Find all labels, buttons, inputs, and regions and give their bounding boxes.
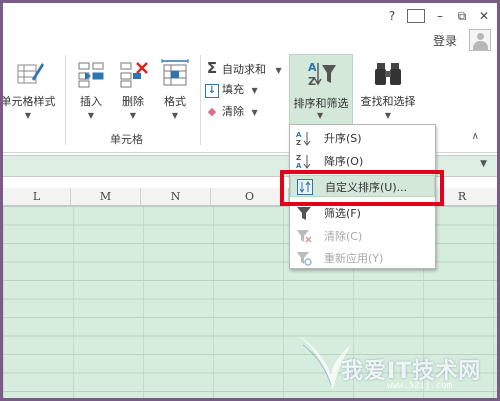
watermark: 我爱IT技术网 www.52ij.com: [293, 325, 493, 395]
column-header-m[interactable]: M: [71, 188, 141, 206]
delete-button[interactable]: 删除 ▼: [113, 59, 153, 120]
clear-filter-icon: [296, 228, 312, 244]
cells-group-label: 单元格: [110, 133, 143, 146]
menu-item-label: 筛选(F): [324, 207, 361, 220]
highlight-annotation: [280, 170, 444, 206]
fill-label: 填充: [222, 83, 244, 96]
sigma-icon: Σ: [206, 59, 218, 77]
chevron-down-icon: ▼: [129, 111, 137, 120]
insert-cells-icon: [75, 59, 107, 89]
chevron-down-icon: ▼: [251, 108, 258, 117]
menu-item-label: 重新应用(Y): [324, 252, 384, 265]
format-button[interactable]: 格式 ▼: [155, 59, 195, 120]
menu-item-sort-descending[interactable]: ZA 降序(O): [290, 150, 435, 172]
collapse-ribbon-icon[interactable]: ∧: [472, 131, 479, 142]
ribbon-display-icon[interactable]: [407, 9, 425, 23]
format-cells-icon: [159, 59, 191, 89]
eraser-icon: ◆: [207, 105, 217, 118]
chevron-down-icon[interactable]: ▼: [480, 159, 487, 169]
column-header-n[interactable]: N: [141, 188, 211, 206]
close-icon[interactable]: ✕: [475, 7, 493, 25]
insert-label: 插入: [80, 95, 102, 108]
cell-style-button[interactable]: 单元格样式 ▼: [3, 59, 57, 120]
chevron-down-icon: ▼: [171, 111, 179, 120]
insert-button[interactable]: 插入 ▼: [71, 59, 111, 120]
delete-label: 删除: [122, 95, 144, 108]
watermark-url: www.52ij.com: [387, 381, 453, 391]
column-header-o[interactable]: O: [211, 188, 289, 206]
menu-item-label: 升序(S): [324, 132, 362, 145]
binoculars-icon: [372, 59, 404, 89]
sort-filter-label: 排序和筛选: [293, 97, 349, 110]
help-icon[interactable]: ?: [383, 7, 401, 25]
title-bar: ? – ⧉ ✕: [3, 3, 497, 29]
delete-cells-icon: [117, 59, 149, 89]
chevron-down-icon: ▼: [87, 111, 95, 120]
group-divider: [65, 55, 66, 145]
cell-style-label: 单元格样式: [3, 95, 56, 108]
menu-item-label: 降序(O): [324, 155, 364, 168]
svg-text:Z: Z: [296, 154, 301, 162]
menu-item-label: 清除(C): [324, 230, 363, 243]
find-select-label: 查找和选择: [360, 95, 416, 108]
account-row: 登录: [3, 29, 497, 53]
cell-style-icon: [12, 59, 44, 89]
format-label: 格式: [164, 95, 186, 108]
sort-ascending-icon: AZ: [296, 130, 312, 147]
svg-text:Z: Z: [296, 139, 301, 146]
menu-item-reapply[interactable]: 重新应用(Y): [290, 247, 435, 269]
svg-text:A: A: [296, 162, 302, 169]
maximize-icon[interactable]: ⧉: [453, 7, 471, 25]
sort-filter-button[interactable]: A Z 排序和筛选 ▼: [289, 54, 353, 126]
fill-down-icon: ↓: [205, 84, 219, 98]
find-select-button[interactable]: 查找和选择 ▼: [355, 59, 421, 120]
clear-button[interactable]: ◆ 清除 ▼: [205, 103, 258, 121]
group-divider: [200, 55, 201, 145]
reapply-icon: [296, 250, 312, 266]
fill-button[interactable]: ↓ 填充 ▼: [205, 81, 258, 99]
avatar-body-icon: [473, 41, 488, 50]
chevron-down-icon: ▼: [24, 111, 32, 120]
filter-icon: [296, 205, 312, 221]
svg-text:Z: Z: [308, 75, 316, 88]
chevron-down-icon: ▼: [384, 111, 392, 120]
chevron-down-icon: ▼: [317, 111, 324, 120]
clear-label: 清除: [222, 105, 244, 118]
svg-text:A: A: [308, 61, 317, 74]
chevron-down-icon: ▼: [275, 66, 282, 75]
column-header-l[interactable]: L: [3, 188, 71, 206]
sort-descending-icon: ZA: [296, 153, 312, 170]
excel-window: ? – ⧉ ✕ 登录 单元格样式 ▼ 插入 ▼ 删除 ▼ 格式 ▼ 单元格 Σ …: [3, 3, 497, 398]
avatar[interactable]: [469, 29, 491, 51]
login-link[interactable]: 登录: [433, 32, 457, 49]
autosum-label: 自动求和: [222, 63, 266, 76]
menu-item-sort-ascending[interactable]: AZ 升序(S): [290, 127, 435, 149]
sort-filter-icon: A Z: [306, 59, 338, 89]
minimize-icon[interactable]: –: [431, 7, 449, 25]
column-header-r[interactable]: R: [453, 188, 471, 206]
menu-item-clear-filter[interactable]: 清除(C): [290, 225, 435, 247]
autosum-button[interactable]: Σ 自动求和 ▼: [205, 59, 282, 77]
avatar-head-icon: [477, 33, 484, 40]
chevron-down-icon: ▼: [251, 86, 258, 95]
svg-text:A: A: [296, 131, 302, 139]
